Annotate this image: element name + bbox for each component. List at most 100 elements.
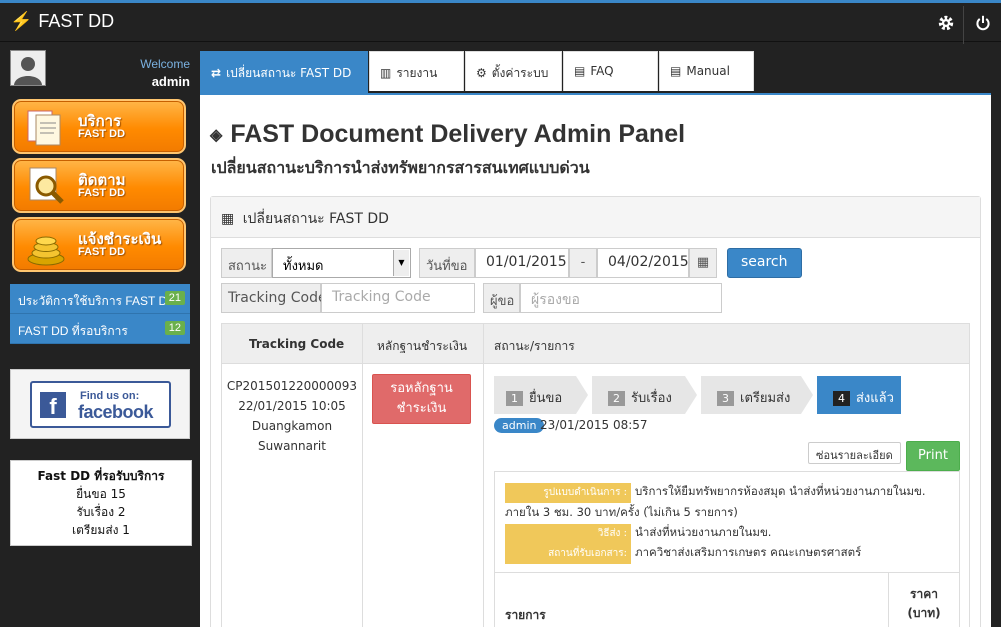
detail-key: รูปแบบดำเนินการ :	[505, 483, 631, 503]
tab-label: Manual	[686, 64, 730, 78]
await-payment-line: ชำระเงิน	[396, 401, 447, 416]
magnifier-icon	[29, 167, 64, 204]
table-icon: ▦	[221, 211, 235, 227]
hide-details-button[interactable]: ซ่อนรายละเอียด	[808, 442, 901, 464]
col-payment: หลักฐานชำระเงิน	[377, 339, 468, 353]
tracking-input[interactable]: Tracking Code	[321, 283, 475, 313]
table-header: Tracking Code หลักฐานชำระเงิน สถานะ/รายก…	[222, 324, 969, 364]
facebook-button[interactable]: f Find us on: facebook	[30, 381, 171, 428]
waiting-line: รับเรื่อง 2	[76, 505, 126, 519]
waiting-summary: Fast DD ที่รอรับบริการ ยื่นขอ 15 รับเรื่…	[10, 460, 192, 546]
bar-chart-icon: ▥	[380, 66, 392, 80]
avatar[interactable]	[10, 50, 46, 86]
filter-row-2: Tracking Code Tracking Code ผู้ขอ ผู้รอง…	[221, 283, 722, 313]
coins-icon	[27, 236, 65, 266]
requester-input[interactable]: ผู้รองขอ	[520, 283, 722, 313]
layers-icon: ◈	[210, 126, 223, 144]
await-payment-button[interactable]: รอหลักฐาน ชำระเงิน	[372, 374, 471, 424]
tab-label: ตั้งค่าระบบ	[491, 66, 549, 80]
step-submitted: 1 ยื่นขอ	[494, 376, 576, 414]
sidebar: Welcome admin บริการ FAST DD ติดตาม FAST…	[0, 42, 200, 627]
request-date: 22/01/2015 10:05	[238, 399, 346, 413]
navbar-divider	[963, 6, 964, 44]
gear-icon[interactable]	[935, 12, 957, 34]
detail-delivery-method: วิธีส่ง : นำส่งที่หน่วยงานภายในมข.	[505, 523, 950, 544]
facebook-find-text: Find us on:	[80, 390, 140, 402]
sidebar-item-history[interactable]: ประวัติการใช้บริการ FAST DD 21	[10, 284, 190, 314]
sidebar-links: ประวัติการใช้บริการ FAST DD 21 FAST DD ท…	[10, 284, 190, 344]
tab-label: รายงาน	[396, 66, 438, 80]
step-number: 2	[608, 391, 625, 406]
col-tracking: Tracking Code	[249, 337, 345, 351]
tab-manual[interactable]: ▤ Manual	[659, 51, 754, 91]
gear-icon: ⚙	[476, 66, 487, 80]
page-title: ◈ FAST Document Delivery Admin Panel	[210, 120, 685, 149]
tab-change-status[interactable]: ⇄ เปลี่ยนสถานะ FAST DD	[200, 51, 368, 93]
waiting-title: Fast DD ที่รอรับบริการ	[37, 469, 165, 483]
service-button[interactable]: บริการ FAST DD	[12, 99, 186, 154]
await-payment-line: รอหลักฐาน	[390, 381, 453, 396]
step-arrow	[576, 376, 588, 414]
detail-value: ภาควิชาส่งเสริมการเกษตร คณะเกษตรศาสตร์	[635, 545, 862, 559]
step-preparing: 3 เตรียมส่ง	[701, 376, 801, 414]
status-select[interactable]: ทั้งหมด ▼	[272, 248, 411, 278]
count-badge: 12	[164, 321, 185, 335]
tab-faq[interactable]: ▤ FAQ	[563, 51, 658, 91]
brand-name: FAST DD	[38, 11, 115, 31]
service-sub: FAST DD	[78, 128, 126, 140]
status-value: ทั้งหมด	[283, 259, 324, 274]
main-content: ◈ FAST Document Delivery Admin Panel เปล…	[200, 93, 991, 627]
col-divider	[483, 324, 484, 627]
step-number: 1	[506, 391, 523, 406]
date-to-input[interactable]: 04/02/2015	[597, 248, 689, 278]
tab-settings[interactable]: ⚙ ตั้งค่าระบบ	[465, 51, 562, 91]
step-label: เตรียมส่ง	[740, 391, 791, 406]
search-button[interactable]: search	[727, 248, 802, 278]
print-button[interactable]: Print	[906, 441, 960, 471]
calendar-icon[interactable]: ▦	[689, 248, 717, 278]
step-received: 2 รับเรื่อง	[592, 376, 685, 414]
requests-table: Tracking Code หลักฐานชำระเงิน สถานะ/รายก…	[221, 323, 970, 627]
detail-value: นำส่งที่หน่วยงานภายในมข.	[635, 525, 772, 539]
step-label: ยื่นขอ	[529, 391, 563, 406]
page-edge	[991, 93, 1001, 627]
step-label: รับเรื่อง	[631, 391, 672, 406]
requester-label: ผู้ขอ	[483, 283, 520, 313]
price-col-line: (บาท)	[907, 606, 941, 620]
col-divider	[362, 324, 363, 627]
track-sub: FAST DD	[78, 187, 126, 199]
detail-service-type: รูปแบบดำเนินการ : บริการให้ยืมทรัพยากรห้อ…	[505, 482, 950, 521]
updated-by-badge: admin	[494, 418, 545, 433]
sidebar-item-waiting[interactable]: FAST DD ที่รอบริการ 12	[10, 314, 190, 344]
chevron-down-icon: ▼	[393, 250, 409, 276]
status-label: สถานะ	[221, 248, 272, 278]
col-divider	[888, 573, 889, 627]
items-col: รายการ	[505, 608, 546, 622]
detail-pickup-location: สถานที่รับเอกสาร: ภาควิชาส่งเสริมการเกษตร…	[505, 543, 950, 564]
panel-heading: ▦ เปลี่ยนสถานะ FAST DD	[211, 197, 980, 238]
payment-button[interactable]: แจ้งชำระเงิน FAST DD	[12, 217, 186, 272]
price-col: ราคา (บาท)	[899, 585, 949, 623]
sidebar-item-label: ประวัติการใช้บริการ FAST DD	[18, 294, 176, 308]
step-label: ส่งแล้ว	[856, 391, 894, 406]
welcome-text: Welcome	[140, 57, 190, 71]
brand[interactable]: ⚡ FAST DD	[10, 11, 114, 32]
tab-report[interactable]: ▥ รายงาน	[369, 51, 464, 91]
tab-label: เปลี่ยนสถานะ FAST DD	[226, 66, 352, 80]
col-status: สถานะ/รายการ	[494, 339, 575, 353]
requester-first: Duangkamon	[251, 419, 333, 433]
step-number: 3	[717, 391, 734, 406]
date-label: วันที่ขอ	[419, 248, 475, 278]
documents-icon	[27, 110, 61, 146]
bolt-icon: ⚡	[10, 11, 33, 31]
items-table-header: รายการ ราคา (บาท)	[495, 572, 959, 627]
date-from-input[interactable]: 01/01/2015	[475, 248, 569, 278]
user-name: admin	[151, 74, 190, 89]
track-button[interactable]: ติดตาม FAST DD	[12, 158, 186, 213]
page-title-text: FAST Document Delivery Admin Panel	[230, 120, 686, 148]
step-arrow	[685, 376, 697, 414]
tracking-code[interactable]: CP201501220000093	[222, 376, 362, 396]
page-subtitle: เปลี่ยนสถานะบริการนำส่งทรัพยากรสารสนเทศแ…	[211, 158, 590, 177]
filter-row-1: สถานะ ทั้งหมด ▼ วันที่ขอ 01/01/2015 - 04…	[221, 248, 717, 278]
power-icon[interactable]	[972, 12, 994, 34]
